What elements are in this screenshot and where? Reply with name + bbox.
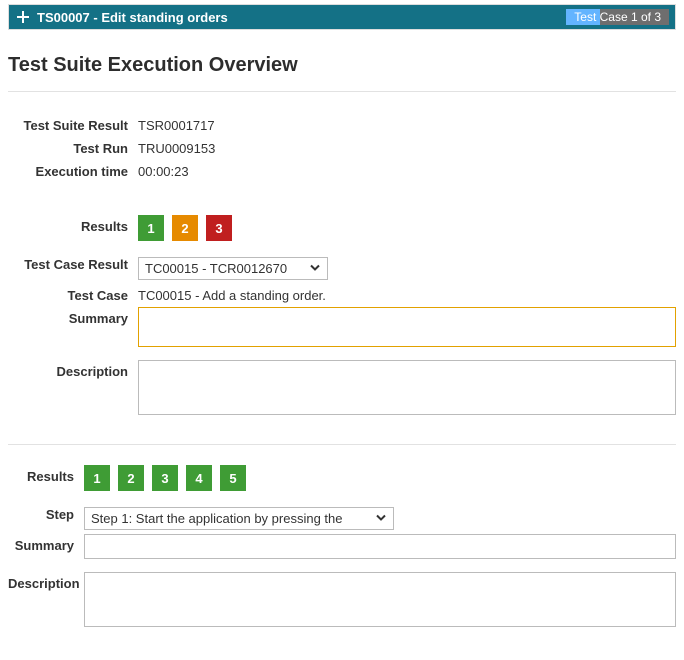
label-case-summary: Summary: [8, 307, 138, 326]
case-result-chip-3[interactable]: 3: [206, 215, 232, 241]
test-case-result-select-value: TC00015 - TCR0012670: [145, 261, 303, 276]
row-case-summary: Summary: [8, 307, 676, 350]
page-title: Test Suite Execution Overview: [8, 54, 676, 77]
case-result-chip-1[interactable]: 1: [138, 215, 164, 241]
step-result-chips: 12345: [84, 465, 246, 491]
case-result-chips: 123: [138, 215, 232, 241]
row-case-results: Results 123: [8, 215, 676, 241]
label-step: Step: [8, 503, 84, 522]
label-step-summary: Summary: [8, 534, 84, 553]
row-test-case: Test Case TC00015 - Add a standing order…: [8, 284, 676, 303]
label-test-case-result: Test Case Result: [8, 253, 138, 272]
label-case-results: Results: [8, 215, 138, 234]
label-test-run: Test Run: [8, 137, 138, 156]
label-case-description: Description: [8, 360, 138, 379]
step-result-chip-2[interactable]: 2: [118, 465, 144, 491]
label-test-suite-result: Test Suite Result: [8, 114, 138, 133]
row-step-description: Description: [8, 572, 676, 630]
test-case-result-select[interactable]: TC00015 - TCR0012670: [138, 257, 328, 280]
case-description-input[interactable]: [138, 360, 676, 415]
row-test-case-result: Test Case Result TC00015 - TCR0012670: [8, 253, 676, 280]
label-execution-time: Execution time: [8, 160, 138, 179]
row-test-suite-result: Test Suite Result TSR0001717: [8, 114, 676, 133]
row-case-description: Description: [8, 360, 676, 418]
case-result-chip-2[interactable]: 2: [172, 215, 198, 241]
step-summary-input[interactable]: [84, 534, 676, 559]
divider: [8, 444, 676, 445]
row-test-run: Test Run TRU0009153: [8, 137, 676, 156]
row-step-results: Results 12345: [8, 465, 676, 491]
step-result-chip-4[interactable]: 4: [186, 465, 212, 491]
header-bar[interactable]: TS00007 - Edit standing orders Test Case…: [8, 4, 676, 30]
row-step: Step Step 1: Start the application by pr…: [8, 503, 676, 530]
label-step-results: Results: [8, 465, 84, 484]
header-title: TS00007 - Edit standing orders: [37, 10, 228, 25]
step-select-value: Step 1: Start the application by pressin…: [91, 511, 359, 526]
label-test-case: Test Case: [8, 284, 138, 303]
test-case-progress-badge: Test Case 1 of 3: [566, 9, 669, 25]
chevron-down-icon: [309, 261, 321, 276]
case-summary-input[interactable]: [138, 307, 676, 347]
row-execution-time: Execution time 00:00:23: [8, 160, 676, 179]
value-test-suite-result: TSR0001717: [138, 114, 215, 133]
plus-icon: [15, 9, 31, 25]
row-step-summary: Summary: [8, 534, 676, 562]
divider: [8, 91, 676, 92]
step-result-chip-5[interactable]: 5: [220, 465, 246, 491]
label-step-description: Description: [8, 572, 84, 591]
step-result-chip-3[interactable]: 3: [152, 465, 178, 491]
chevron-down-icon: [375, 511, 387, 526]
value-execution-time: 00:00:23: [138, 160, 189, 179]
step-description-input[interactable]: [84, 572, 676, 627]
value-test-run: TRU0009153: [138, 137, 215, 156]
step-select[interactable]: Step 1: Start the application by pressin…: [84, 507, 394, 530]
value-test-case: TC00015 - Add a standing order.: [138, 284, 326, 303]
step-result-chip-1[interactable]: 1: [84, 465, 110, 491]
